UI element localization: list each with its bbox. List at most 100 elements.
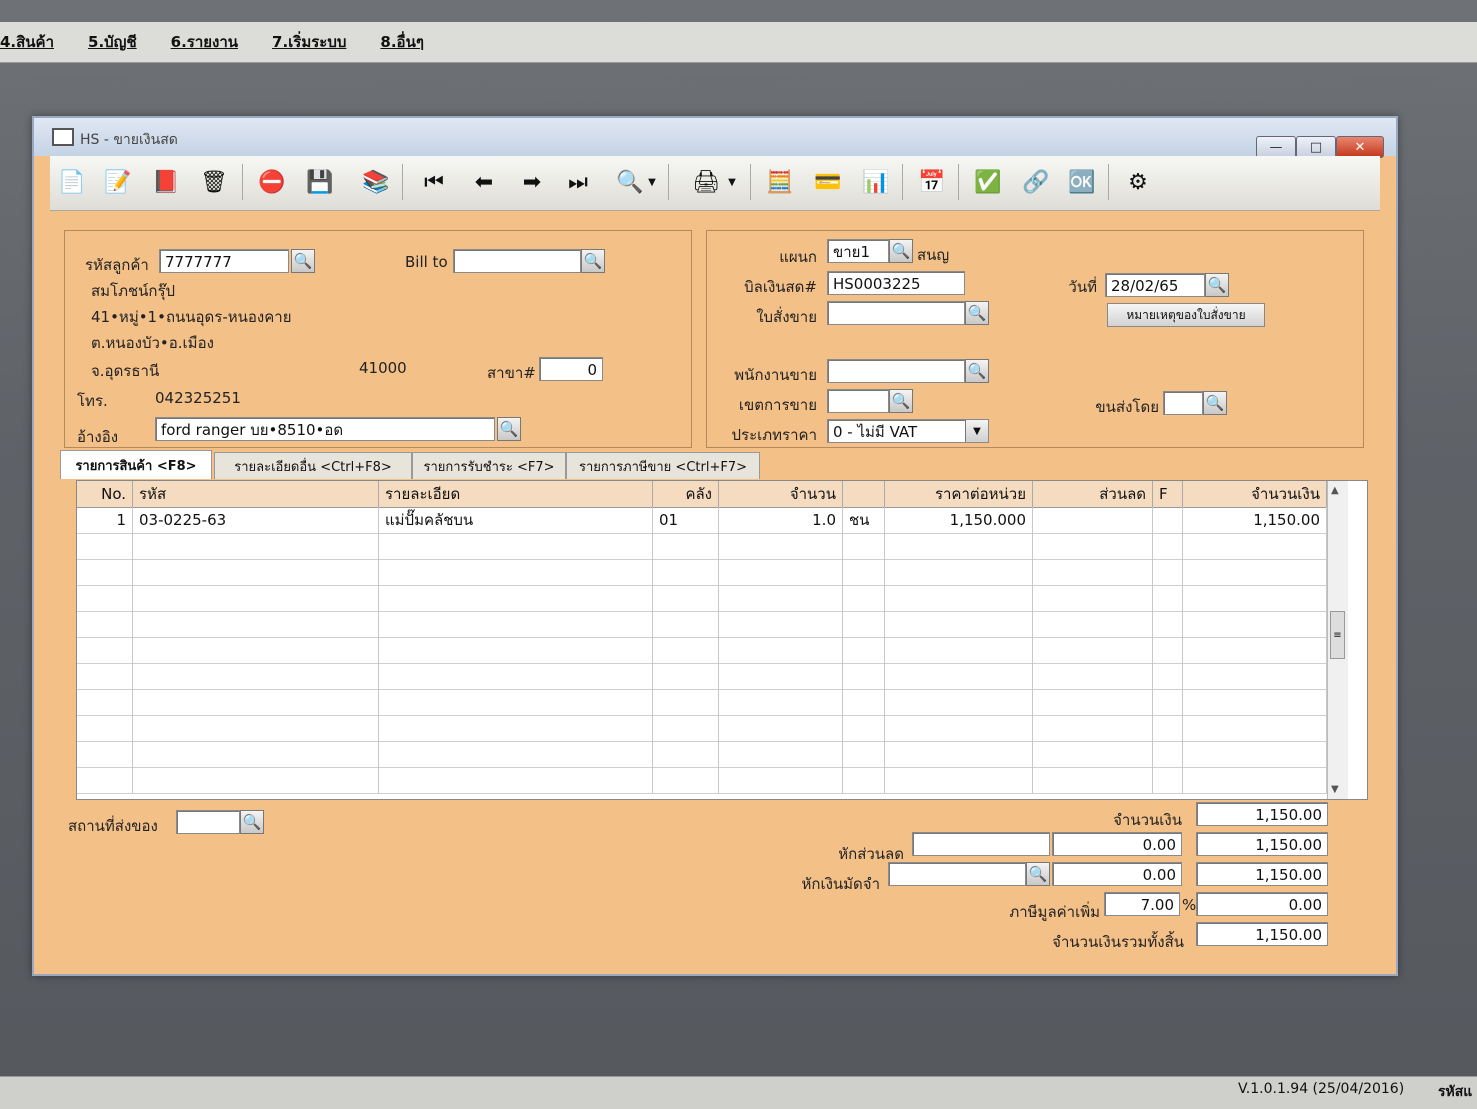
deposit-value-input[interactable]: 0.00 [1052,862,1182,886]
calculator-icon[interactable]: 🧮 [764,166,796,198]
bill-to-input[interactable] [453,249,581,273]
settings-icon[interactable]: ⚙ [1122,166,1154,198]
branch-input[interactable]: 0 [539,357,603,381]
cell-no: 1 [77,507,133,533]
table-row[interactable]: 1 03-0225-63 แม่ปั๊มคลัชบน 01 1.0 ชน 1,1… [77,507,1327,534]
next-record-icon[interactable]: ➡ [516,166,548,198]
customer-code-input[interactable]: 7777777 [159,249,289,273]
new-document-icon[interactable]: 📄 [56,166,88,198]
shipping-lookup-icon[interactable]: 🔍 [1203,391,1227,415]
col-description[interactable]: รายละเอียด [379,481,653,507]
deposit-text-input[interactable] [888,862,1026,886]
empty-cell [1033,689,1153,715]
reference-lookup-icon[interactable]: 🔍 [497,417,521,441]
empty-table-row[interactable] [77,533,1327,560]
minimize-button[interactable]: — [1256,136,1296,158]
sales-area-input[interactable] [827,389,889,413]
scroll-up-icon[interactable]: ▲ [1331,485,1339,496]
col-flag[interactable]: F [1153,481,1183,507]
col-amount[interactable]: จำนวนเงิน [1183,481,1327,507]
sales-order-note-button[interactable]: หมายเหตุของใบสั่งขาย [1107,303,1265,327]
delivery-location-lookup-icon[interactable]: 🔍 [240,810,264,834]
card-icon[interactable]: 💳 [812,166,844,198]
empty-table-row[interactable] [77,715,1327,742]
empty-table-row[interactable] [77,559,1327,586]
menu-item-other[interactable]: 8.อื่นๆ [380,30,423,54]
empty-table-row[interactable] [77,611,1327,638]
shipping-input[interactable] [1163,391,1203,415]
books-icon[interactable]: 📚 [360,166,392,198]
col-warehouse[interactable]: คลัง [653,481,719,507]
empty-table-row[interactable] [77,767,1327,794]
discount-text-input[interactable] [912,832,1050,856]
col-unit[interactable] [843,481,885,507]
empty-cell [77,637,133,663]
chart-icon[interactable]: 📊 [860,166,892,198]
menu-item-setup[interactable]: 7.เริ่มระบบ [272,30,346,54]
empty-cell [1183,611,1327,637]
dropdown-arrow-icon[interactable]: ▼ [646,166,658,198]
department-lookup-icon[interactable]: 🔍 [889,239,913,263]
tab-payments[interactable]: รายการรับชำระ <F7> [412,452,566,479]
empty-cell [885,663,1033,689]
sales-area-lookup-icon[interactable]: 🔍 [889,389,913,413]
printer-icon[interactable]: 🖨 [690,166,722,198]
scroll-down-icon[interactable]: ▼ [1331,784,1339,795]
empty-cell [843,767,885,793]
vat-rate-input[interactable]: 7.00 [1104,892,1180,916]
menu-item-products[interactable]: 4.สินค้า [0,30,54,54]
tab-sales-tax[interactable]: รายการภาษีขาย <Ctrl+F7> [566,452,760,479]
cancel-icon[interactable]: ⛔ [256,166,288,198]
scroll-thumb[interactable]: ≡ [1330,611,1345,659]
grid-scrollbar[interactable]: ▲ ≡ ▼ [1327,481,1348,799]
col-unit-price[interactable]: ราคาต่อหน่วย [885,481,1033,507]
first-record-icon[interactable]: ⏮ [418,166,450,198]
col-quantity[interactable]: จำนวน [719,481,843,507]
last-record-icon[interactable]: ⏭ [562,166,594,198]
tab-other-details[interactable]: รายละเอียดอื่น <Ctrl+F8> [214,452,412,479]
empty-table-row[interactable] [77,689,1327,716]
edit-document-icon[interactable]: 📝 [102,166,134,198]
prev-record-icon[interactable]: ⬅ [468,166,500,198]
empty-table-row[interactable] [77,585,1327,612]
empty-table-row[interactable] [77,741,1327,768]
empty-cell [77,767,133,793]
col-no[interactable]: No. [77,481,133,507]
col-discount[interactable]: ส่วนลด [1033,481,1153,507]
delete-trash-icon[interactable]: 🗑 [198,166,230,198]
salesperson-input[interactable] [827,359,965,383]
empty-table-row[interactable] [77,663,1327,690]
discount-value-input[interactable]: 0.00 [1052,832,1182,856]
link-icon[interactable]: 🔗 [1020,166,1052,198]
search-document-icon[interactable]: 🔍 [614,166,646,198]
empty-table-row[interactable] [77,637,1327,664]
approve-icon[interactable]: ✅ [972,166,1004,198]
sales-order-lookup-icon[interactable]: 🔍 [965,301,989,325]
chevron-down-icon[interactable]: ▼ [965,420,988,442]
cash-bill-input[interactable]: HS0003225 [827,271,965,295]
empty-cell [133,637,379,663]
date-input[interactable]: 28/02/65 [1105,273,1205,297]
reference-input[interactable]: ford ranger บย•8510•อด [155,417,495,441]
maximize-button[interactable]: □ [1296,136,1336,158]
save-icon[interactable]: 💾 [304,166,336,198]
delivery-location-input[interactable] [176,810,240,834]
col-code[interactable]: รหัส [133,481,379,507]
bill-to-lookup-icon[interactable]: 🔍 [581,249,605,273]
department-input[interactable]: ขาย1 [827,239,889,263]
deposit-lookup-icon[interactable]: 🔍 [1026,862,1050,886]
dropdown-arrow-icon[interactable]: ▼ [726,166,738,198]
calendar-icon[interactable]: 📅 [916,166,948,198]
menu-item-accounts[interactable]: 5.บัญชี [88,30,137,54]
customer-code-lookup-icon[interactable]: 🔍 [291,249,315,273]
tab-product-items[interactable]: รายการสินค้า <F8> [60,450,212,479]
date-picker-icon[interactable]: 🔍 [1205,273,1229,297]
empty-cell [133,533,379,559]
void-document-icon[interactable]: 📕 [150,166,182,198]
price-type-select[interactable]: 0 - ไม่มี VAT ▼ [827,419,989,443]
menu-item-reports[interactable]: 6.รายงาน [171,30,238,54]
close-button[interactable]: ✕ [1336,136,1384,158]
ok-icon[interactable]: 🆗 [1066,166,1098,198]
salesperson-lookup-icon[interactable]: 🔍 [965,359,989,383]
sales-order-input[interactable] [827,301,965,325]
